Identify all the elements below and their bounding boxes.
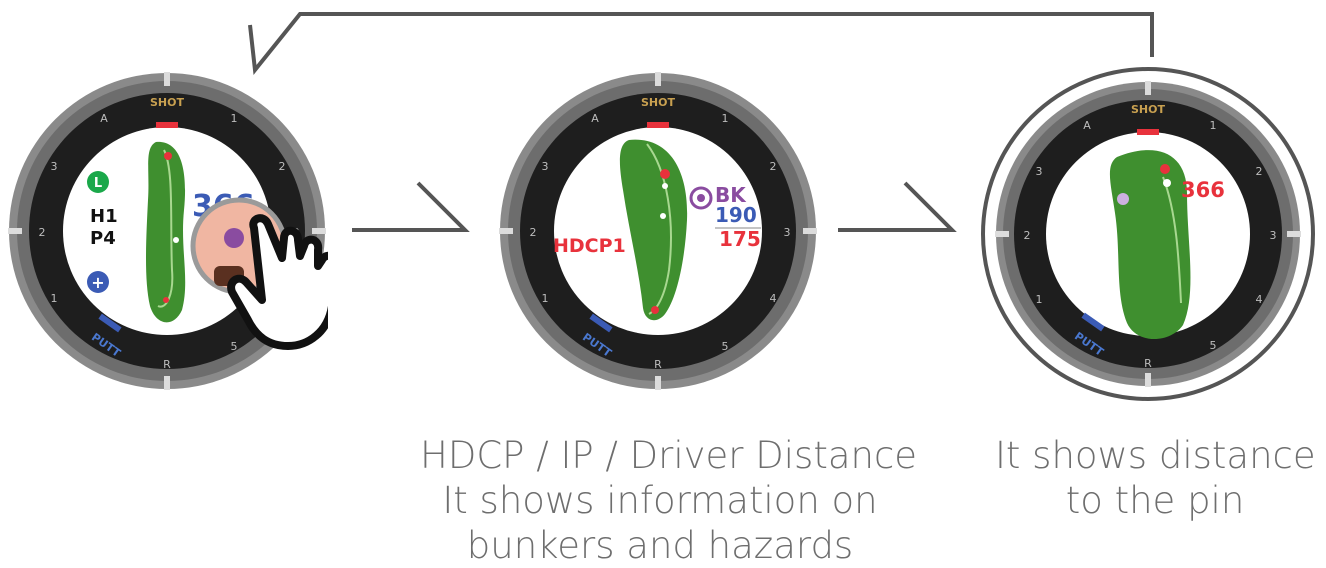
svg-text:1: 1	[231, 112, 238, 125]
svg-text:1: 1	[542, 292, 549, 305]
hole-number: H1	[90, 206, 118, 227]
svg-text:2: 2	[770, 160, 777, 173]
arrow-1-to-2	[352, 181, 470, 232]
cart-icon[interactable]: L	[87, 171, 109, 193]
svg-text:2: 2	[279, 160, 286, 173]
svg-text:3: 3	[542, 160, 549, 173]
caption-middle: HDCP / IP / Driver Distance It shows inf…	[420, 433, 918, 568]
svg-text:1: 1	[51, 292, 58, 305]
svg-text:5: 5	[722, 340, 729, 353]
svg-text:+: +	[91, 273, 104, 292]
arrow-2-to-3	[838, 181, 957, 232]
watch-screen-2[interactable]: SHOT A 1 2 3 4 5 R 1 2 3 PUTT HDCP1 BK 1…	[497, 70, 819, 392]
shot-label: SHOT	[1131, 103, 1165, 116]
hazard-distance: 175	[719, 227, 761, 251]
svg-text:5: 5	[231, 340, 238, 353]
shot-indicator	[1137, 129, 1159, 135]
svg-text:2: 2	[1024, 229, 1031, 242]
svg-text:A: A	[591, 112, 599, 125]
par-number: P4	[90, 228, 116, 249]
hole-map	[146, 141, 186, 323]
svg-text:A: A	[1083, 119, 1091, 132]
svg-text:1: 1	[722, 112, 729, 125]
svg-text:R: R	[654, 358, 662, 371]
pin-distance: 366	[1181, 178, 1225, 202]
caption-line: bunkers and hazards	[466, 524, 854, 567]
svg-text:2: 2	[530, 226, 537, 239]
caption-line: It shows distance	[995, 434, 1316, 477]
watch-screen-1[interactable]: SHOT A 1 2 3 4 5 R 1 2 3 PUTT L H1	[6, 70, 328, 392]
svg-text:L: L	[94, 176, 102, 191]
svg-text:3: 3	[51, 160, 58, 173]
svg-text:3: 3	[1036, 165, 1043, 178]
svg-text:2: 2	[1256, 165, 1263, 178]
svg-text:R: R	[1144, 357, 1152, 370]
caption-right: It shows distance to the pin	[995, 433, 1316, 523]
svg-text:3: 3	[1270, 229, 1277, 242]
hdcp-label: HDCP1	[553, 235, 626, 257]
add-button[interactable]: +	[87, 271, 109, 293]
svg-text:1: 1	[1210, 119, 1217, 132]
svg-text:5: 5	[1210, 339, 1217, 352]
shot-indicator	[156, 122, 178, 128]
watch-screen-3[interactable]: SHOT A 1 2 3 4 5 R 1 2 3 PUTT 366	[980, 66, 1316, 402]
shot-label: SHOT	[150, 96, 184, 109]
bunker-icon	[689, 186, 713, 210]
svg-text:R: R	[163, 358, 171, 371]
svg-text:2: 2	[39, 226, 46, 239]
svg-text:4: 4	[770, 292, 777, 305]
caption-line: It shows information on	[442, 479, 878, 522]
svg-text:3: 3	[784, 226, 791, 239]
caption-line: HDCP / IP / Driver Distance	[420, 434, 918, 477]
shot-indicator	[647, 122, 669, 128]
svg-text:4: 4	[1256, 293, 1263, 306]
caption-line: to the pin	[1065, 479, 1245, 522]
svg-text:A: A	[100, 112, 108, 125]
bunker-distance: 190	[715, 203, 757, 227]
shot-label: SHOT	[641, 96, 675, 109]
return-arrow-line	[248, 12, 1154, 76]
svg-text:1: 1	[1036, 293, 1043, 306]
